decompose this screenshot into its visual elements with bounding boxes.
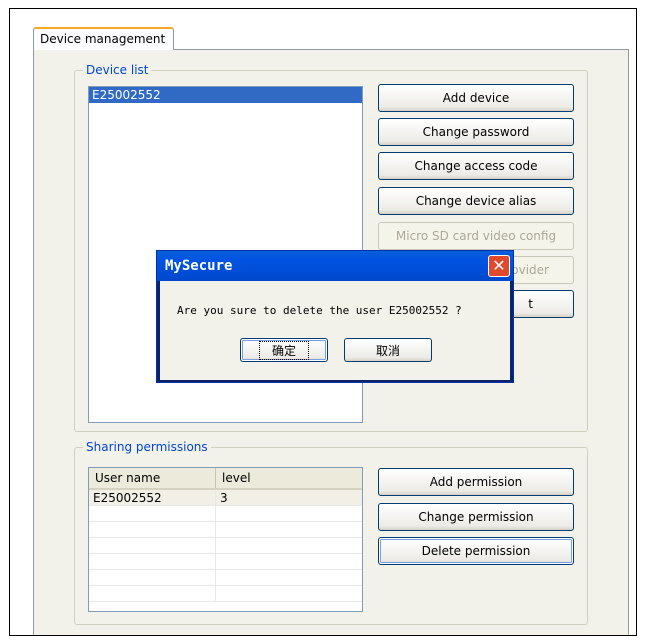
table-row-empty	[89, 554, 362, 570]
table-row-empty	[89, 538, 362, 554]
ok-button-label: 确定	[258, 340, 309, 360]
column-header-user-name[interactable]: User name	[89, 468, 216, 488]
tab-device-management[interactable]: Device management	[33, 27, 174, 50]
sharing-permissions-title: Sharing permissions	[83, 440, 211, 454]
add-permission-button[interactable]: Add permission	[378, 468, 574, 496]
change-device-alias-button[interactable]: Change device alias	[378, 187, 574, 215]
change-password-button[interactable]: Change password	[378, 118, 574, 146]
dialog-message: Are you sure to delete the user E2500255…	[177, 304, 462, 317]
device-list-title: Device list	[83, 63, 152, 77]
micro-sd-config-button[interactable]: Micro SD card video config	[378, 222, 574, 250]
dialog-title: MySecure	[157, 251, 513, 281]
table-row-empty	[89, 586, 362, 602]
cell-level: 3	[220, 491, 228, 505]
dialog-body: Are you sure to delete the user E2500255…	[160, 281, 510, 380]
confirm-dialog: MySecure ✕ Are you sure to delete the us…	[156, 250, 514, 383]
table-row-empty	[89, 506, 362, 522]
add-device-button[interactable]: Add device	[378, 84, 574, 112]
column-header-level[interactable]: level	[216, 468, 251, 488]
close-icon[interactable]: ✕	[488, 255, 510, 277]
device-list-item[interactable]: E25002552	[89, 87, 362, 103]
delete-permission-button[interactable]: Delete permission	[378, 537, 574, 565]
permissions-table[interactable]: User name level E25002552 3	[88, 467, 363, 612]
ok-button[interactable]: 确定	[240, 338, 328, 362]
cancel-button[interactable]: 取消	[344, 338, 432, 362]
table-row-empty	[89, 522, 362, 538]
table-row-empty	[89, 570, 362, 586]
table-row[interactable]: E25002552 3	[89, 490, 362, 506]
change-access-code-button[interactable]: Change access code	[378, 152, 574, 180]
cell-user-name: E25002552	[89, 490, 216, 505]
table-header: User name level	[89, 468, 362, 490]
change-permission-button[interactable]: Change permission	[378, 503, 574, 531]
